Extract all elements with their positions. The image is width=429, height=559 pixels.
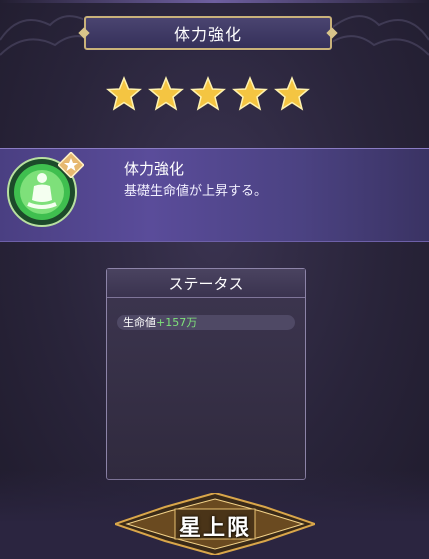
star-icon bbox=[274, 76, 310, 111]
page-title: 体力強化 bbox=[84, 16, 332, 50]
page-title-text: 体力強化 bbox=[173, 25, 242, 44]
stat-label: 生命値 bbox=[123, 316, 156, 329]
status-title: ステータス bbox=[168, 274, 244, 293]
status-panel: ステータス 生命値+157万 bbox=[106, 268, 306, 480]
skill-description: 基礎生命値が上昇する。 bbox=[124, 184, 268, 199]
star-cap-badge: 星上限 bbox=[111, 491, 319, 557]
stat-row-hp: 生命値+157万 bbox=[117, 315, 295, 330]
star-badge-icon bbox=[58, 152, 84, 178]
star-icon bbox=[190, 76, 226, 111]
star-icon bbox=[232, 76, 268, 111]
star-icon bbox=[106, 76, 142, 111]
skill-name: 体力強化 bbox=[124, 160, 185, 178]
star-rating bbox=[106, 76, 310, 112]
status-header: ステータス bbox=[107, 269, 305, 298]
star-icon bbox=[148, 76, 184, 111]
star-cap-label: 星上限 bbox=[178, 515, 251, 541]
stat-value: +157万 bbox=[156, 316, 198, 329]
